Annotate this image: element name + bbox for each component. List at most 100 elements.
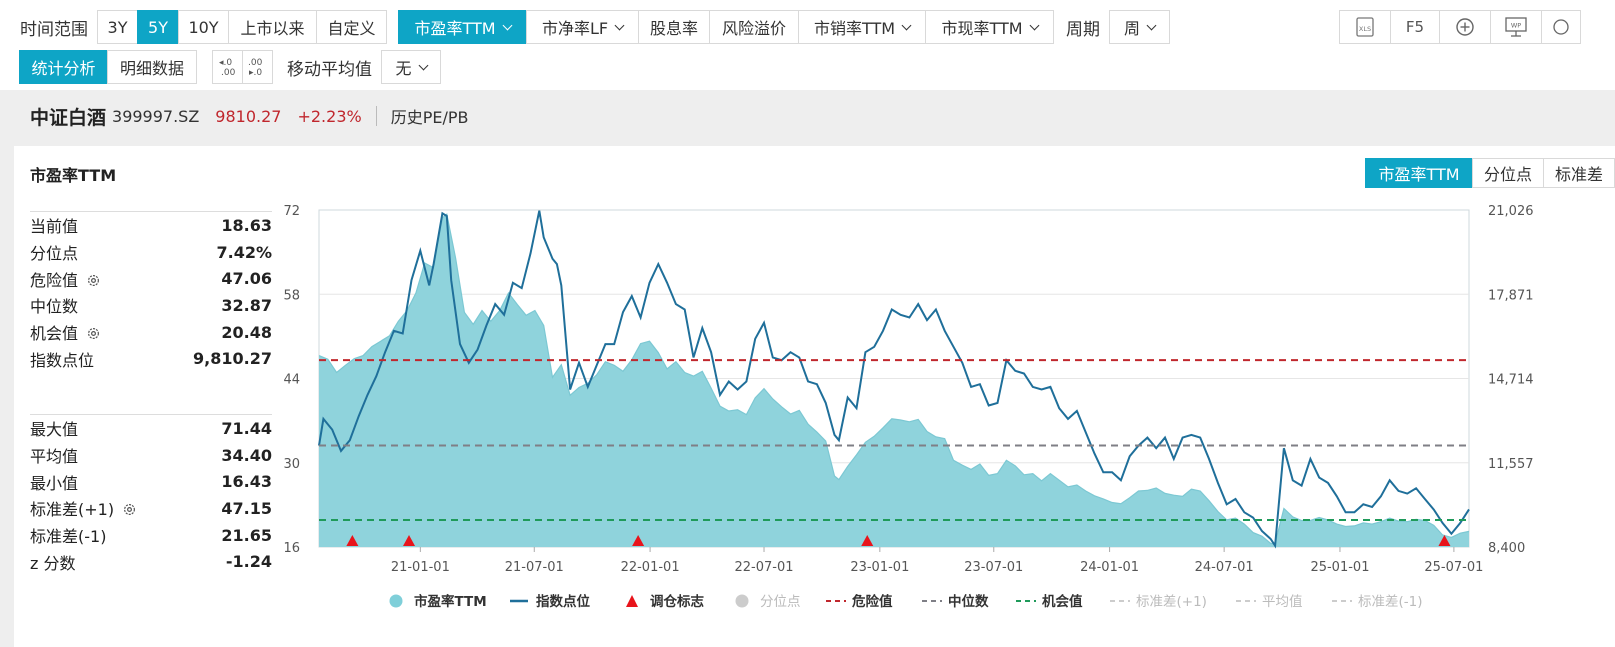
metric-pb-lf-label: 市净率LF xyxy=(541,19,609,38)
right-axis-tick: 8,400 xyxy=(1488,541,1525,556)
range-10y-button[interactable]: 10Y xyxy=(178,10,229,44)
legend-label: 危险值 xyxy=(851,593,893,610)
svg-text:.00: .00 xyxy=(221,68,236,78)
legend-item[interactable]: 分位点 xyxy=(735,594,801,610)
legend-item[interactable]: 标准差(-1) xyxy=(1332,594,1423,610)
increase-decimals-icon[interactable]: .00 ▸.0 xyxy=(242,50,273,84)
index-code: 399997.SZ xyxy=(112,106,200,126)
toolbar: 时间范围 3Y 5Y 10Y 上市以来 自定义 市盈率TTM 市净率LF 股息率… xyxy=(0,0,1615,90)
left-axis-tick: 44 xyxy=(283,373,300,388)
ma-label: 移动平均值 xyxy=(287,59,372,80)
legend-label: 指数点位 xyxy=(536,593,590,610)
legend-item[interactable]: 危险值 xyxy=(826,593,893,610)
period-value: 周 xyxy=(1123,19,1140,38)
chevron-down-icon xyxy=(1029,20,1039,30)
chevron-down-icon xyxy=(1146,20,1157,30)
metric-ps-ttm-label: 市销率TTM xyxy=(813,19,896,38)
legend-item[interactable]: 市盈率TTM xyxy=(389,593,487,610)
index-name: 中证白酒 xyxy=(30,106,107,129)
toolbar-icons: XLS F5 WP xyxy=(1339,10,1581,44)
right-axis-tick: 14,714 xyxy=(1488,373,1534,388)
decrease-decimals-icon[interactable]: ◂.0.00 xyxy=(212,50,243,84)
ma-value: 无 xyxy=(395,59,412,78)
legend-label: 平均值 xyxy=(1262,594,1303,610)
metric-pcf-ttm-label: 市现率TTM xyxy=(941,19,1023,38)
tab-details[interactable]: 明细数据 xyxy=(107,50,197,84)
zoom-in-icon[interactable] xyxy=(1439,10,1491,44)
svg-text:▸.0: ▸.0 xyxy=(249,68,262,78)
legend-item[interactable]: 平均值 xyxy=(1236,594,1303,610)
chevron-down-icon xyxy=(502,20,512,30)
legend-label: 中位数 xyxy=(948,593,989,610)
right-axis-tick: 11,557 xyxy=(1488,457,1534,472)
chevron-down-icon xyxy=(418,60,428,70)
legend-label: 分位点 xyxy=(760,594,801,610)
legend-item[interactable]: 机会值 xyxy=(1016,593,1083,610)
more-icon[interactable] xyxy=(1541,10,1581,44)
range-label: 时间范围 xyxy=(20,19,88,40)
legend-swatch xyxy=(389,594,403,608)
svg-text:◂.0: ◂.0 xyxy=(219,58,232,68)
left-axis-tick: 16 xyxy=(283,541,300,556)
legend-label: 机会值 xyxy=(1042,593,1083,610)
metric-pcf-ttm-dropdown[interactable]: 市现率TTM xyxy=(925,10,1054,44)
metric-pe-ttm-dropdown[interactable]: 市盈率TTM xyxy=(398,10,527,44)
toolbar-row-1: 时间范围 3Y 5Y 10Y 上市以来 自定义 市盈率TTM 市净率LF 股息率… xyxy=(20,10,1170,44)
range-custom-button[interactable]: 自定义 xyxy=(316,10,387,44)
svg-text:WP: WP xyxy=(1511,22,1521,30)
index-header: 中证白酒 399997.SZ 9810.27 +2.23% 历史PE/PB xyxy=(0,90,1615,142)
svg-text:.00: .00 xyxy=(248,58,263,68)
right-axis-tick: 21,026 xyxy=(1488,204,1534,219)
xls-icon[interactable]: XLS xyxy=(1339,10,1391,44)
range-since-listing-button[interactable]: 上市以来 xyxy=(228,10,317,44)
legend-item[interactable]: 标准差(+1) xyxy=(1110,594,1207,610)
legend-item[interactable]: 中位数 xyxy=(922,593,989,610)
x-axis-tick: 21-07-01 xyxy=(505,560,564,575)
x-axis-tick: 23-07-01 xyxy=(964,560,1023,575)
left-axis-tick: 30 xyxy=(283,457,300,472)
x-axis-tick: 23-01-01 xyxy=(850,560,909,575)
period-label: 周期 xyxy=(1066,19,1100,40)
metric-risk-premium-button[interactable]: 风险溢价 xyxy=(709,10,799,44)
header-divider xyxy=(375,106,377,126)
svg-text:XLS: XLS xyxy=(1359,25,1371,33)
legend-label: 调仓标志 xyxy=(650,593,704,610)
metric-dividend-button[interactable]: 股息率 xyxy=(638,10,710,44)
metric-ps-ttm-dropdown[interactable]: 市销率TTM xyxy=(798,10,926,44)
metric-pe-ttm-label: 市盈率TTM xyxy=(414,19,496,38)
x-axis-tick: 22-07-01 xyxy=(735,560,794,575)
ma-dropdown[interactable]: 无 xyxy=(381,50,441,84)
legend-label: 标准差(-1) xyxy=(1358,594,1423,610)
x-axis-tick: 24-07-01 xyxy=(1195,560,1254,575)
legend-label: 市盈率TTM xyxy=(414,593,487,610)
x-axis-tick: 25-01-01 xyxy=(1310,560,1369,575)
right-axis-tick: 17,871 xyxy=(1488,288,1534,303)
index-change: +2.23% xyxy=(297,106,362,126)
chart-panel: 市盈率TTM 市盈率TTM 分位点 标准差 当前值 18.63 分位点 7.42% 危险… xyxy=(14,146,1615,647)
legend-label: 标准差(+1) xyxy=(1136,594,1207,610)
metric-pb-lf-dropdown[interactable]: 市净率LF xyxy=(526,10,639,44)
x-axis-tick: 22-01-01 xyxy=(621,560,680,575)
range-3y-button[interactable]: 3Y xyxy=(97,10,138,44)
legend-item[interactable]: 指数点位 xyxy=(510,593,590,610)
x-axis-tick: 25-07-01 xyxy=(1424,560,1483,575)
f5-refresh-button[interactable]: F5 xyxy=(1390,10,1440,44)
history-pe-pb-link[interactable]: 历史PE/PB xyxy=(391,104,469,128)
legend-item[interactable]: 调仓标志 xyxy=(626,593,704,610)
x-axis-tick: 21-01-01 xyxy=(391,560,450,575)
wp-icon[interactable]: WP xyxy=(1490,10,1542,44)
left-axis-tick: 72 xyxy=(283,204,300,219)
left-axis-tick: 58 xyxy=(283,288,300,303)
chevron-down-icon xyxy=(614,20,625,30)
pe-chart: 72 58 44 30 16 21,026 17,871 14,714 11,557 8,400… xyxy=(283,204,1534,610)
period-dropdown[interactable]: 周 xyxy=(1109,10,1170,44)
x-axis-tick: 24-01-01 xyxy=(1080,560,1139,575)
tab-statistics[interactable]: 统计分析 xyxy=(19,50,108,84)
toolbar-row-2: 统计分析 明细数据 ◂.0.00 .00 ▸.0 移动平均值 无 xyxy=(19,50,441,84)
f5-label: F5 xyxy=(1405,18,1425,36)
chevron-down-icon xyxy=(901,20,912,30)
index-price: 9810.27 xyxy=(215,106,282,126)
legend-swatch xyxy=(735,594,749,608)
legend-swatch xyxy=(626,595,638,607)
range-5y-button[interactable]: 5Y xyxy=(137,10,179,44)
